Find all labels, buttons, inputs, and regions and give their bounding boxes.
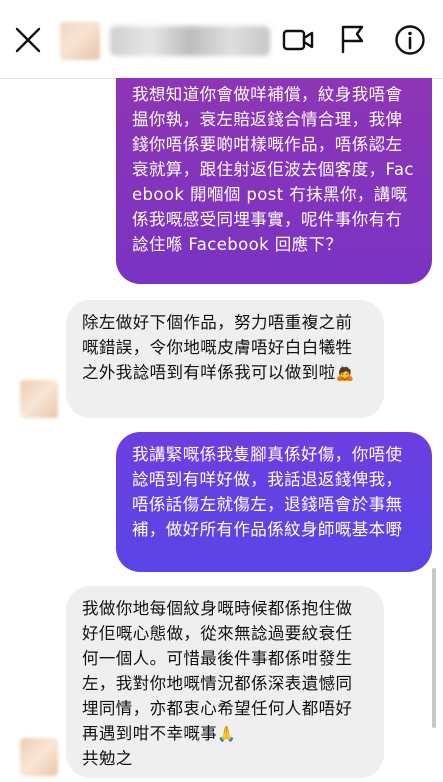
- contact-name[interactable]: [110, 26, 270, 56]
- message-text: 我做你地每個紋身嘅時候都係抱住做好佢嘅心態做，從來無諗過要紋衰任何一個人。可惜最…: [82, 599, 353, 743]
- info-icon[interactable]: [394, 24, 426, 56]
- message-text: 我想知道你會做咩補償，紋身我唔會揾你執，衰左賠返錢合情合理，我俾錢你唔係要啲咁樣…: [132, 85, 414, 254]
- scrollbar[interactable]: [432, 568, 436, 728]
- video-call-icon[interactable]: [282, 26, 314, 54]
- message-bubble-received[interactable]: 我做你地每個紋身嘅時候都係抱住做好佢嘅心態做，從來無諗過要紋衰任何一個人。可惜最…: [66, 586, 384, 778]
- message-text: 除左做好下個作品，努力唔重複之前嘅錯誤，令你地嘅皮膚唔好白白犧牲之外我諗唔到有咩…: [82, 313, 353, 382]
- sender-avatar[interactable]: [20, 738, 58, 776]
- close-icon[interactable]: [14, 26, 42, 54]
- message-thread[interactable]: 我想知道你會做咩補償，紋身我唔會揾你執，衰左賠返錢合情合理，我俾錢你唔係要啲咁樣…: [0, 78, 443, 782]
- message-text-tail: 共勉之: [82, 749, 133, 768]
- chat-header: [0, 0, 443, 79]
- message-bubble-sent[interactable]: 我講緊嘅係我隻腳真係好傷，你唔使諗唔到有咩好做，我話退返錢俾我，唔係話傷左就傷左…: [116, 432, 432, 572]
- message-bubble-received[interactable]: 除左做好下個作品，努力唔重複之前嘅錯誤，令你地嘅皮膚唔好白白犧牲之外我諗唔到有咩…: [66, 300, 384, 418]
- message-text: 我講緊嘅係我隻腳真係好傷，你唔使諗唔到有咩好做，我話退返錢俾我，唔係話傷左就傷左…: [132, 445, 403, 539]
- bowing-emoji-icon: 🙇: [335, 364, 355, 382]
- message-bubble-sent[interactable]: 我想知道你會做咩補償，紋身我唔會揾你執，衰左賠返錢合情合理，我俾錢你唔係要啲咁樣…: [116, 78, 432, 284]
- sender-avatar[interactable]: [20, 380, 58, 418]
- contact-avatar[interactable]: [60, 22, 100, 60]
- folded-hands-emoji-icon: 🙏: [217, 725, 237, 743]
- flag-icon[interactable]: [338, 24, 366, 54]
